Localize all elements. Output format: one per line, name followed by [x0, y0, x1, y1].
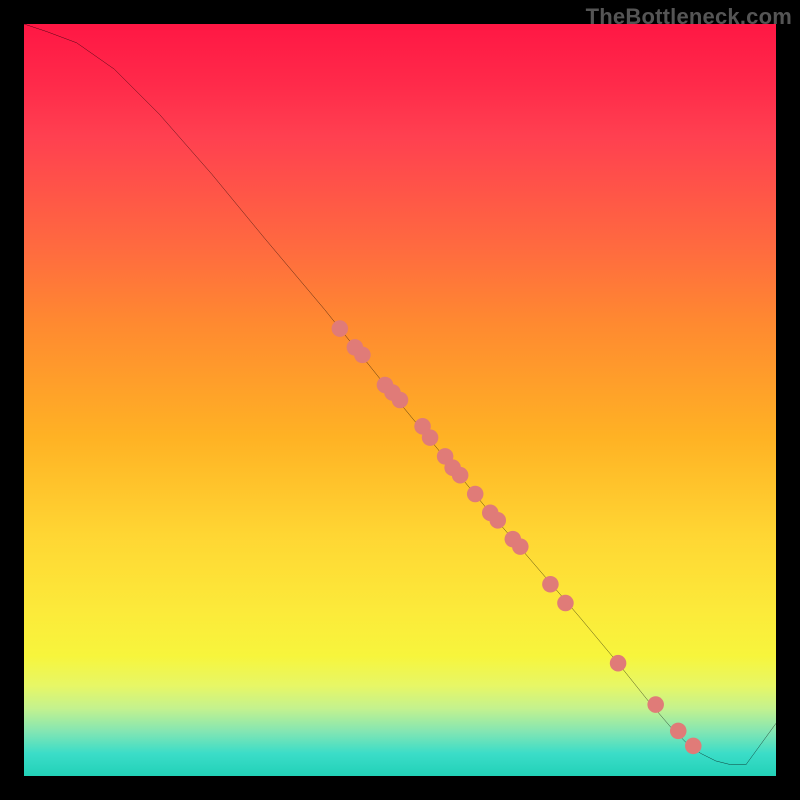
data-point — [422, 429, 439, 446]
chart-svg — [24, 24, 776, 776]
data-point — [557, 595, 574, 612]
chart-frame: TheBottleneck.com — [0, 0, 800, 800]
data-point — [489, 512, 506, 529]
data-point — [512, 538, 529, 555]
data-point — [542, 576, 559, 593]
watermark-label: TheBottleneck.com — [586, 4, 792, 30]
data-point — [647, 696, 664, 713]
data-point — [452, 467, 469, 484]
plot-area — [24, 24, 776, 776]
data-point — [685, 738, 702, 755]
data-point — [332, 320, 349, 337]
data-point — [392, 392, 409, 409]
data-point — [467, 486, 484, 503]
data-point — [670, 723, 687, 740]
data-point — [354, 347, 371, 364]
data-point — [610, 655, 627, 672]
data-points — [332, 320, 702, 754]
